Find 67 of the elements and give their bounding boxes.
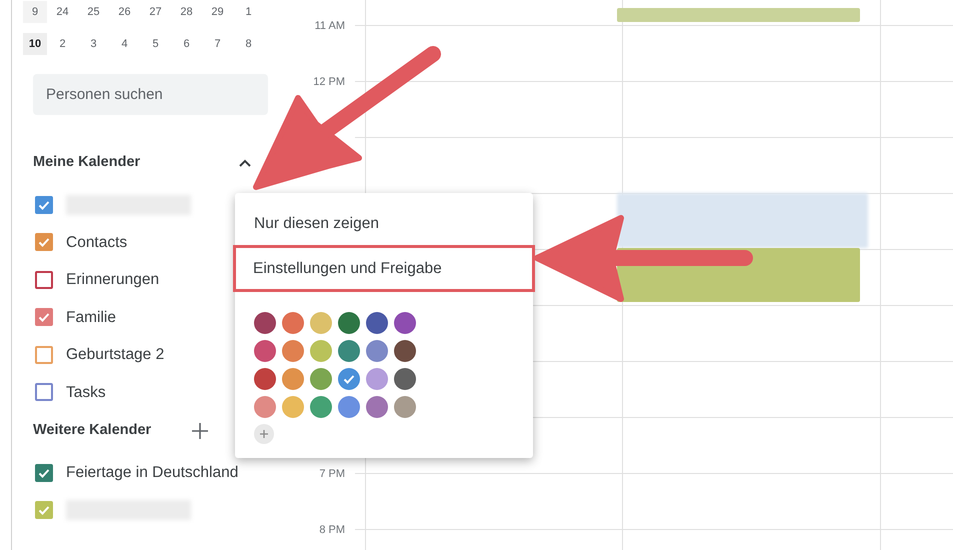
menu-item[interactable]: Nur diesen zeigen — [235, 201, 533, 246]
color-swatch[interactable] — [254, 312, 276, 334]
calendar-day[interactable]: 8 — [233, 33, 264, 55]
color-swatch[interactable] — [254, 396, 276, 418]
checkbox[interactable] — [35, 346, 53, 364]
checkbox[interactable] — [35, 233, 53, 252]
color-swatch[interactable] — [338, 340, 360, 362]
calendar-day[interactable]: 25 — [78, 1, 109, 23]
color-swatch[interactable] — [310, 368, 332, 390]
color-swatch[interactable] — [282, 340, 304, 362]
color-swatch[interactable] — [310, 396, 332, 418]
color-swatch[interactable] — [282, 396, 304, 418]
color-swatch[interactable] — [394, 312, 416, 334]
color-swatch[interactable] — [310, 340, 332, 362]
color-swatch[interactable] — [338, 368, 360, 390]
menu-item[interactable]: Einstellungen und Freigabe — [234, 246, 534, 291]
week-number: 10 — [23, 33, 47, 55]
color-swatch[interactable] — [394, 396, 416, 418]
color-swatch[interactable] — [394, 368, 416, 390]
calendar-name: Familie — [66, 308, 116, 328]
calendar-day[interactable]: 28 — [171, 1, 202, 23]
color-swatch[interactable] — [282, 368, 304, 390]
calendar-name: Contacts — [66, 232, 128, 253]
time-label: 7 PM — [319, 467, 345, 482]
calendar-day[interactable]: 3 — [78, 33, 109, 55]
color-swatch[interactable] — [254, 368, 276, 390]
time-label: 12 PM — [313, 75, 345, 90]
calendar-day[interactable]: 7 — [202, 33, 233, 55]
week-number: 9 — [23, 1, 47, 23]
chevron-up-icon[interactable] — [239, 159, 252, 167]
color-swatch[interactable] — [282, 312, 304, 334]
calendar-day[interactable]: 4 — [109, 33, 140, 55]
calendar-day[interactable]: 1 — [233, 1, 264, 23]
calendar-name: Geburtstage 2 — [66, 345, 164, 366]
calendar-day[interactable]: 5 — [140, 33, 171, 55]
time-label: 8 PM — [319, 523, 345, 538]
color-swatch[interactable] — [310, 312, 332, 334]
color-swatch[interactable] — [366, 312, 388, 334]
checkbox[interactable] — [35, 308, 53, 326]
calendar-name: Feiertage in Deutschland — [66, 463, 238, 484]
calendar-day[interactable]: 24 — [47, 1, 78, 23]
color-swatch[interactable] — [394, 340, 416, 362]
calendar-name: Erinnerungen — [66, 270, 160, 290]
calendar-day[interactable]: 2 — [47, 33, 78, 55]
color-swatch[interactable] — [254, 340, 276, 362]
color-swatch[interactable] — [366, 396, 388, 418]
plus-icon[interactable] — [191, 422, 210, 440]
time-label: 11 AM — [314, 19, 345, 34]
checkbox[interactable] — [35, 464, 53, 482]
calendar-day[interactable]: 6 — [171, 33, 202, 55]
calendar-day[interactable]: 26 — [109, 1, 140, 23]
checkbox[interactable] — [35, 196, 53, 214]
add-color-button[interactable] — [254, 424, 274, 444]
color-swatch[interactable] — [366, 340, 388, 362]
search-field[interactable]: Personen suchen — [33, 74, 268, 115]
checkbox[interactable] — [35, 270, 53, 289]
calendar-day[interactable]: 27 — [140, 1, 171, 23]
plus-icon — [259, 429, 269, 439]
color-swatch[interactable] — [338, 312, 360, 334]
color-swatch[interactable] — [338, 396, 360, 418]
color-swatch[interactable] — [366, 368, 388, 390]
calendar-day[interactable]: 29 — [202, 1, 233, 23]
calendar-name: Tasks — [66, 382, 106, 403]
section-heading: Weitere Kalender — [33, 421, 152, 440]
checkbox[interactable] — [35, 501, 53, 520]
section-heading: Meine Kalender — [33, 153, 140, 172]
checkbox[interactable] — [35, 383, 53, 402]
